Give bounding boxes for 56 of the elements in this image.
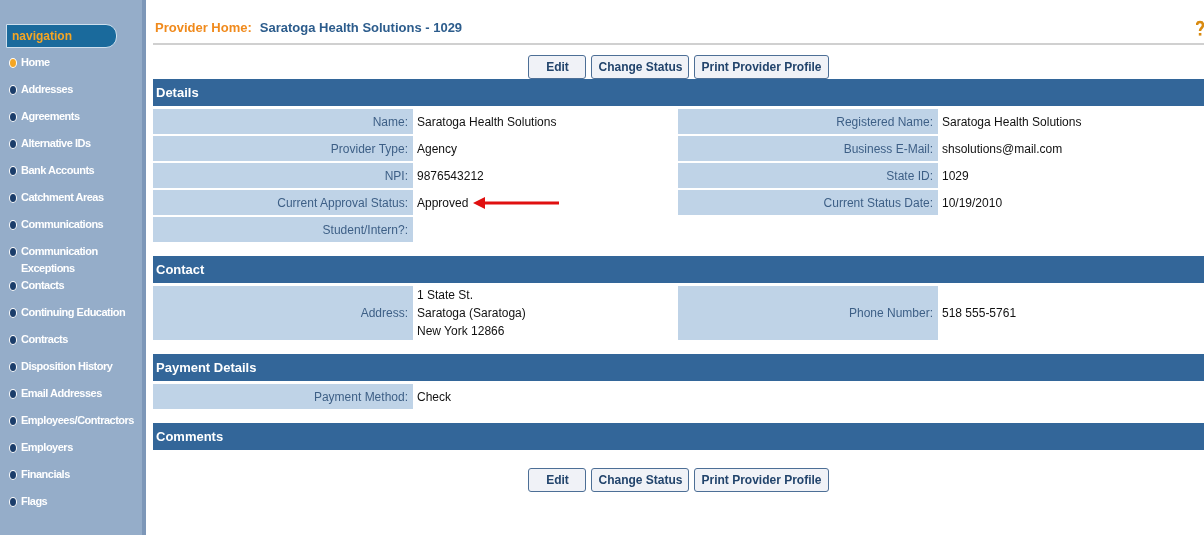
field-label: Provider Type:	[153, 136, 413, 161]
field-value: Check	[417, 388, 451, 406]
nav-item[interactable]: Flags	[0, 493, 142, 520]
action-button[interactable]: Change Status	[591, 55, 690, 79]
field-label: Business E-Mail:	[678, 136, 938, 161]
nav-item[interactable]: Email Addresses	[0, 385, 142, 412]
nav-item[interactable]: Alternative IDs	[0, 135, 142, 162]
action-button[interactable]: Edit	[528, 468, 587, 492]
field-value: shsolutions@mail.com	[942, 140, 1063, 158]
section-header: Payment Details	[153, 354, 1204, 381]
field-label: Student/Intern?:	[153, 217, 413, 242]
field-value: Saratoga (Saratoga)	[417, 305, 526, 322]
field-label: Current Approval Status:	[153, 190, 413, 215]
nav-item[interactable]: Communication Exceptions	[0, 243, 142, 277]
field-label: Name:	[153, 109, 413, 134]
action-button[interactable]: Print Provider Profile	[694, 468, 829, 492]
field-value: 518 555-5761	[942, 305, 1017, 322]
nav-item[interactable]: Employers	[0, 439, 142, 466]
navigation-title: navigation	[6, 24, 117, 48]
help-icon[interactable]	[1196, 20, 1204, 36]
nav-item[interactable]: Catchment Areas	[0, 189, 142, 216]
field-label: State ID:	[678, 163, 938, 188]
field-label: Registered Name:	[678, 109, 938, 134]
nav-item[interactable]: Agreements	[0, 108, 142, 135]
section-header: Contact	[153, 256, 1204, 283]
nav-item[interactable]: Addresses	[0, 81, 142, 108]
nav-item[interactable]: Communications	[0, 216, 142, 243]
nav-item[interactable]: Contracts	[0, 331, 142, 358]
field-label: Phone Number:	[678, 286, 938, 340]
action-button[interactable]: Print Provider Profile	[694, 55, 829, 79]
section-header: Comments	[153, 423, 1204, 450]
nav-item[interactable]: Disposition History	[0, 358, 142, 385]
nav-item[interactable]: Contacts	[0, 277, 142, 304]
action-button[interactable]: Change Status	[591, 468, 690, 492]
field-value: Saratoga Health Solutions	[942, 113, 1082, 131]
page-title-label: Provider Home:	[155, 20, 252, 35]
nav-item[interactable]: Employees/Contractors	[0, 412, 142, 439]
field-value: Agency	[417, 140, 458, 158]
field-value: 9876543212	[417, 167, 484, 185]
nav-item[interactable]: Home	[0, 54, 142, 81]
page-title: Saratoga Health Solutions - 1029	[259, 20, 464, 35]
section-header: Details	[153, 79, 1204, 106]
field-label: Payment Method:	[153, 384, 413, 409]
field-value: 1029	[942, 167, 969, 185]
action-button[interactable]: Edit	[528, 55, 587, 79]
nav-item[interactable]: Continuing Education	[0, 304, 142, 331]
field-label: Address:	[153, 286, 413, 340]
field-label: NPI:	[153, 163, 413, 188]
field-value: New York 12866	[417, 323, 505, 340]
nav-item[interactable]: Bank Accounts	[0, 162, 142, 189]
field-value: 10/19/2010	[942, 194, 1003, 212]
field-value: Saratoga Health Solutions	[417, 113, 557, 131]
field-value: Approved	[417, 194, 469, 212]
nav-item[interactable]: Financials	[0, 466, 142, 493]
field-label: Current Status Date:	[678, 190, 938, 215]
field-value: 1 State St.	[417, 287, 474, 304]
